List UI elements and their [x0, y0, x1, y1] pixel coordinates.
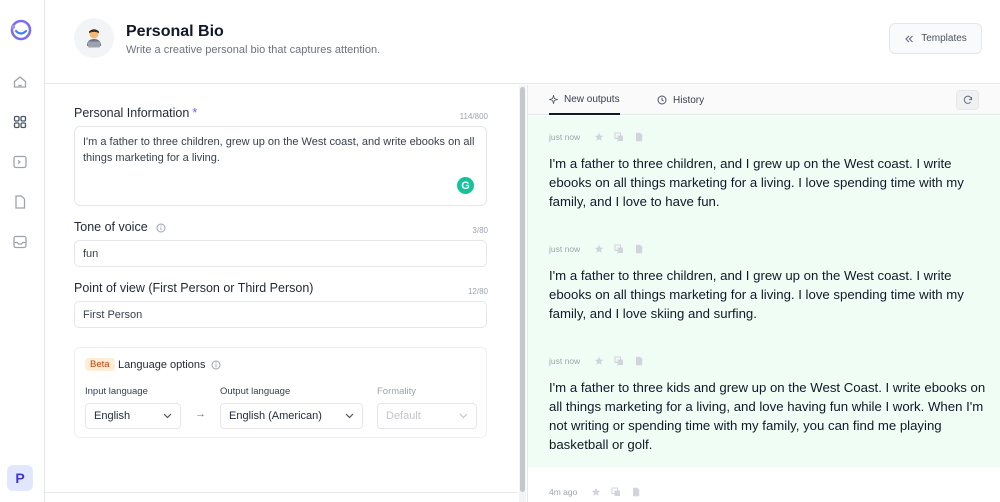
output-language-value: English (American): [229, 410, 322, 422]
templates-button[interactable]: Templates: [889, 23, 982, 54]
tab-new-outputs-label: New outputs: [564, 93, 620, 105]
tone-label: Tone of voice: [74, 220, 166, 234]
input-language-label: Input language: [85, 386, 148, 397]
templates-label: Templates: [921, 33, 967, 44]
input-language-value: English: [94, 410, 131, 422]
output-meta: just now: [549, 354, 989, 368]
copy-icon[interactable]: [614, 132, 624, 142]
tone-value: fun: [83, 247, 99, 260]
input-form: Personal Information * 114/800 I'm a fath…: [45, 85, 517, 502]
form-scrollbar[interactable]: [519, 85, 526, 502]
copy-icon[interactable]: [614, 244, 624, 254]
grid-icon[interactable]: [12, 114, 28, 130]
sidebar: P: [0, 0, 45, 502]
pov-counter: 12/80: [467, 287, 488, 296]
document-icon[interactable]: [634, 356, 644, 366]
star-icon[interactable]: [594, 356, 604, 366]
star-icon[interactable]: [591, 487, 601, 497]
grammarly-icon[interactable]: G: [457, 177, 474, 194]
formality-label: Formality: [377, 386, 417, 397]
pov-value: First Person: [83, 308, 143, 321]
person-at-laptop-icon: [87, 29, 101, 48]
refresh-button[interactable]: [956, 90, 979, 110]
chevron-down-icon: [459, 413, 468, 419]
page-subtitle: Write a creative personal bio that captu…: [126, 44, 381, 56]
output-item: just now I'm a father to three children,…: [549, 130, 989, 211]
app-logo[interactable]: [9, 19, 33, 41]
sparkle-icon: [549, 94, 558, 104]
tone-label-text: Tone of voice: [74, 220, 148, 234]
personal-info-label: Personal Information *: [74, 106, 197, 120]
page-header: Personal Bio Write a creative personal b…: [45, 0, 1000, 84]
page-title: Personal Bio: [126, 23, 224, 40]
output-item: just now I'm a father to three kids and …: [549, 354, 989, 454]
star-icon[interactable]: [594, 132, 604, 142]
inbox-icon[interactable]: [12, 234, 28, 250]
output-list: just now I'm a father to three children,…: [528, 116, 1000, 467]
outputs-tabbar: New outputs History: [528, 85, 1000, 115]
document-icon[interactable]: [631, 487, 641, 497]
output-meta: just now: [549, 130, 989, 144]
output-text: I'm a father to three children, and I gr…: [549, 268, 964, 321]
info-icon[interactable]: [156, 223, 166, 233]
tab-history[interactable]: History: [657, 85, 704, 115]
required-mark: *: [192, 106, 198, 120]
star-icon[interactable]: [594, 244, 604, 254]
output-language-label: Output language: [220, 386, 291, 397]
refresh-icon: [963, 95, 972, 104]
output-text: I'm a father to three children, and I gr…: [549, 156, 964, 209]
tone-counter: 3/80: [472, 226, 488, 235]
output-language-select[interactable]: English (American): [220, 403, 363, 429]
form-footer-divider: [45, 492, 517, 493]
home-icon[interactable]: [12, 74, 28, 90]
output-item: 4m ago: [549, 485, 989, 499]
output-time: just now: [549, 244, 581, 254]
copy-icon[interactable]: [611, 487, 621, 497]
chevron-down-icon: [345, 413, 354, 419]
chevron-down-icon: [163, 413, 172, 419]
tone-input[interactable]: fun: [74, 240, 487, 267]
personal-info-label-text: Personal Information: [74, 106, 190, 120]
document-icon[interactable]: [12, 194, 28, 210]
formality-select[interactable]: Default: [377, 403, 477, 429]
copy-icon[interactable]: [614, 356, 624, 366]
tab-new-outputs[interactable]: New outputs: [549, 85, 620, 115]
personal-info-textarea[interactable]: I'm a father to three children, grew up …: [74, 126, 487, 206]
language-options-panel: Beta Language options Input language Eng…: [74, 347, 487, 438]
tab-history-label: History: [673, 94, 705, 106]
pov-label: Point of view (First Person or Third Per…: [74, 281, 314, 295]
document-icon[interactable]: [634, 132, 644, 142]
language-options-title: Language options: [118, 359, 206, 371]
outputs-panel: New outputs History just now I'm a fathe…: [527, 85, 1000, 502]
terminal-icon[interactable]: [12, 154, 28, 170]
scrollbar-thumb[interactable]: [520, 87, 525, 492]
formality-value: Default: [386, 410, 421, 422]
output-meta: just now: [549, 242, 989, 256]
output-time: just now: [549, 356, 581, 366]
user-avatar[interactable]: P: [7, 465, 33, 491]
app-root: P Personal Bio Write a creative personal…: [0, 0, 1000, 502]
personal-info-counter: 114/800: [459, 112, 488, 121]
double-chevron-left-icon: [905, 35, 914, 42]
document-icon[interactable]: [634, 244, 644, 254]
input-language-select[interactable]: English: [85, 403, 181, 429]
personal-info-value: I'm a father to three children, grew up …: [83, 136, 475, 164]
output-item: just now I'm a father to three children,…: [549, 242, 989, 323]
arrow-icon: →: [195, 408, 206, 420]
clock-icon: [657, 95, 667, 105]
output-text: I'm a father to three kids and grew up o…: [549, 380, 986, 452]
beta-badge: Beta: [85, 358, 115, 371]
template-emoji: [74, 18, 114, 58]
output-time: 4m ago: [549, 487, 578, 497]
output-time: just now: [549, 132, 581, 142]
pov-input[interactable]: First Person: [74, 301, 487, 328]
info-icon[interactable]: [211, 360, 221, 370]
output-meta: 4m ago: [549, 485, 989, 499]
